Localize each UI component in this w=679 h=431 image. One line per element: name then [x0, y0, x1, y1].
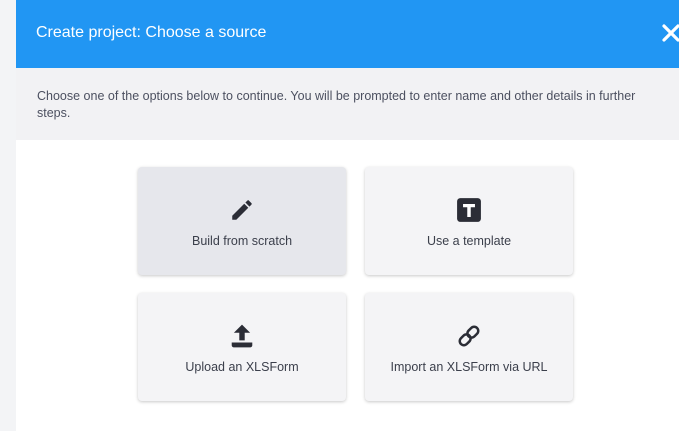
import-xlsform-url-button[interactable]: Import an XLSForm via URL [365, 293, 573, 401]
dialog-title: Create project: Choose a source [36, 24, 267, 41]
create-project-dialog: Create project: Choose a source Choose o… [16, 0, 679, 431]
template-icon [365, 197, 573, 223]
import-xlsform-url-label: Import an XLSForm via URL [390, 360, 548, 374]
link-icon [365, 323, 573, 349]
use-template-label: Use a template [426, 234, 512, 248]
dialog-instructions: Choose one of the options below to conti… [37, 89, 636, 120]
pencil-icon [138, 197, 346, 223]
close-button[interactable] [661, 16, 679, 50]
upload-xlsform-label: Upload an XLSForm [185, 360, 299, 374]
close-icon [662, 24, 679, 42]
dialog-instructions-bar: Choose one of the options below to conti… [16, 68, 679, 140]
upload-icon [138, 323, 346, 349]
dialog-header: Create project: Choose a source [16, 0, 679, 68]
use-template-button[interactable]: Use a template [365, 167, 573, 275]
build-from-scratch-label: Build from scratch [191, 234, 293, 248]
upload-xlsform-button[interactable]: Upload an XLSForm [138, 293, 346, 401]
build-from-scratch-button[interactable]: Build from scratch [138, 167, 346, 275]
